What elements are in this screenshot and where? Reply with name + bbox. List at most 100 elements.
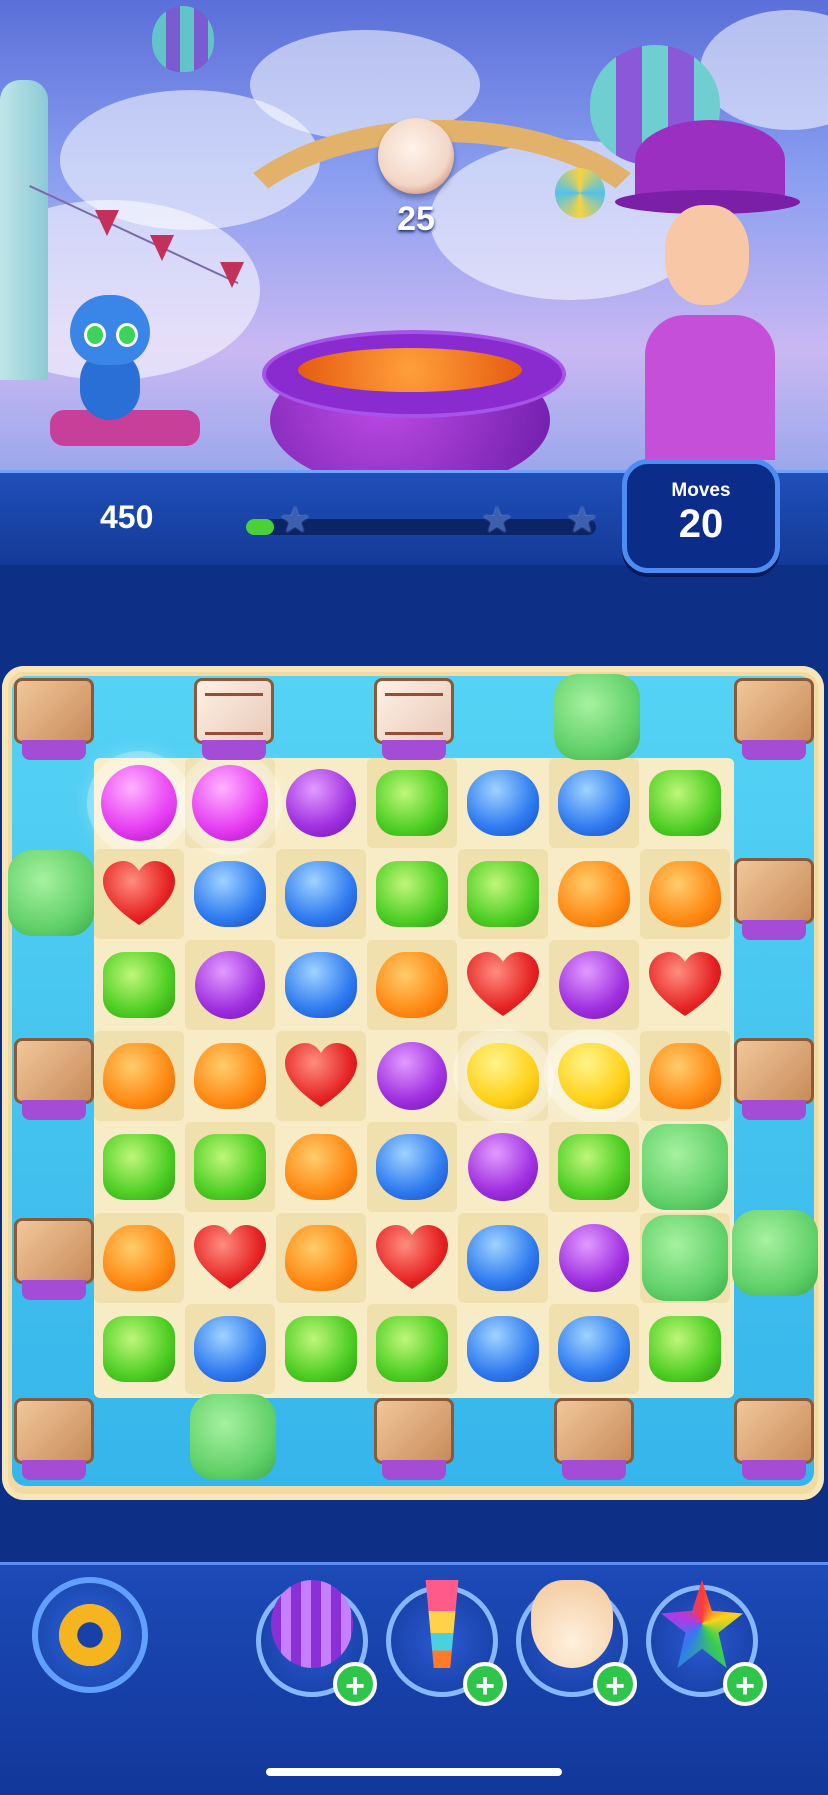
board-cell[interactable] xyxy=(549,940,639,1030)
green-candy[interactable] xyxy=(467,861,539,927)
frosted-crate-blocker[interactable] xyxy=(374,678,454,762)
board-cell[interactable] xyxy=(94,940,184,1030)
board-cell[interactable] xyxy=(94,758,184,848)
wooden-crate-blocker[interactable] xyxy=(14,1398,94,1482)
board-cell[interactable] xyxy=(94,1213,184,1303)
board-cell[interactable] xyxy=(276,1031,366,1121)
purple-candy[interactable] xyxy=(468,1133,538,1201)
blue-candy[interactable] xyxy=(285,952,357,1018)
board-cell[interactable] xyxy=(367,849,457,939)
board-cell[interactable] xyxy=(640,1304,730,1394)
green-candy[interactable] xyxy=(103,1134,175,1200)
board-cell[interactable] xyxy=(367,1122,457,1212)
board-cell[interactable] xyxy=(185,1213,275,1303)
board-cell[interactable] xyxy=(640,849,730,939)
purple-candy[interactable] xyxy=(377,1042,447,1110)
board-cell[interactable] xyxy=(185,1031,275,1121)
board-cell[interactable] xyxy=(185,758,275,848)
board-cell[interactable] xyxy=(94,1122,184,1212)
blue-candy[interactable] xyxy=(194,1316,266,1382)
wooden-crate-blocker[interactable] xyxy=(14,678,94,762)
magenta-bomb-candy[interactable] xyxy=(192,765,268,841)
green-candy[interactable] xyxy=(376,861,448,927)
orange-candy[interactable] xyxy=(558,861,630,927)
orange-candy[interactable] xyxy=(285,1225,357,1291)
orange-candy[interactable] xyxy=(285,1134,357,1200)
blue-candy[interactable] xyxy=(467,1316,539,1382)
board-cell[interactable] xyxy=(185,1304,275,1394)
board-cell[interactable] xyxy=(367,1304,457,1394)
orange-candy[interactable] xyxy=(103,1225,175,1291)
green-jelly-blocker[interactable] xyxy=(554,674,640,760)
purple-candy[interactable] xyxy=(286,769,356,837)
add-booster-button[interactable]: + xyxy=(723,1662,767,1706)
green-candy[interactable] xyxy=(558,1134,630,1200)
green-candy[interactable] xyxy=(376,1316,448,1382)
board-cell[interactable] xyxy=(94,1031,184,1121)
board-cell[interactable] xyxy=(367,1031,457,1121)
yellow-bomb-candy[interactable] xyxy=(558,1043,630,1109)
orange-candy[interactable] xyxy=(649,1043,721,1109)
add-booster-button[interactable]: + xyxy=(463,1662,507,1706)
board-cell[interactable] xyxy=(549,1304,639,1394)
board-cell[interactable] xyxy=(276,940,366,1030)
board-cell[interactable] xyxy=(276,1304,366,1394)
board-cell[interactable] xyxy=(185,1122,275,1212)
green-candy[interactable] xyxy=(649,770,721,836)
hand-booster[interactable]: + xyxy=(516,1580,637,1706)
blue-candy[interactable] xyxy=(558,1316,630,1382)
blue-candy[interactable] xyxy=(194,861,266,927)
board-cell[interactable] xyxy=(458,940,548,1030)
wooden-crate-blocker[interactable] xyxy=(554,1398,634,1482)
wooden-crate-blocker[interactable] xyxy=(734,678,814,762)
purple-candy[interactable] xyxy=(195,951,265,1019)
board-cell[interactable] xyxy=(640,1122,730,1212)
wooden-crate-blocker[interactable] xyxy=(734,1038,814,1122)
blue-candy[interactable] xyxy=(467,1225,539,1291)
blue-candy[interactable] xyxy=(376,1134,448,1200)
board-cell[interactable] xyxy=(458,758,548,848)
board-cell[interactable] xyxy=(276,1122,366,1212)
purple-candy[interactable] xyxy=(559,1224,629,1292)
red-candy[interactable] xyxy=(194,1225,266,1291)
green-candy[interactable] xyxy=(194,1134,266,1200)
red-candy[interactable] xyxy=(649,952,721,1018)
orange-candy[interactable] xyxy=(649,861,721,927)
board-cell[interactable] xyxy=(458,1031,548,1121)
board-cell[interactable] xyxy=(276,1213,366,1303)
green-candy[interactable] xyxy=(649,1316,721,1382)
yellow-bomb-candy[interactable] xyxy=(467,1043,539,1109)
striped-candy-booster[interactable]: + xyxy=(256,1580,377,1706)
green-candy[interactable] xyxy=(103,1316,175,1382)
board-cell[interactable] xyxy=(185,940,275,1030)
green-jelly-blocker[interactable] xyxy=(642,1215,728,1301)
board-cell[interactable] xyxy=(640,1213,730,1303)
board-cell[interactable] xyxy=(549,1213,639,1303)
board-cell[interactable] xyxy=(367,940,457,1030)
blue-candy[interactable] xyxy=(467,770,539,836)
board-cell[interactable] xyxy=(367,1213,457,1303)
board-cell[interactable] xyxy=(276,849,366,939)
board-cell[interactable] xyxy=(458,1122,548,1212)
board-cell[interactable] xyxy=(458,1304,548,1394)
orange-candy[interactable] xyxy=(376,952,448,1018)
green-jelly-blocker[interactable] xyxy=(732,1210,818,1296)
red-candy[interactable] xyxy=(467,952,539,1018)
frosted-crate-blocker[interactable] xyxy=(194,678,274,762)
board-cell[interactable] xyxy=(458,1213,548,1303)
green-candy[interactable] xyxy=(376,770,448,836)
blue-candy[interactable] xyxy=(285,861,357,927)
green-candy[interactable] xyxy=(103,952,175,1018)
board-cell[interactable] xyxy=(549,1031,639,1121)
green-jelly-blocker[interactable] xyxy=(642,1124,728,1210)
settings-button[interactable] xyxy=(32,1577,148,1693)
red-candy[interactable] xyxy=(103,861,175,927)
color-bomb-booster[interactable]: + xyxy=(646,1580,767,1706)
board-cell[interactable] xyxy=(94,1304,184,1394)
purple-candy[interactable] xyxy=(559,951,629,1019)
magenta-bomb-candy[interactable] xyxy=(101,765,177,841)
board-cell[interactable] xyxy=(549,849,639,939)
board-cell[interactable] xyxy=(94,849,184,939)
orange-candy[interactable] xyxy=(103,1043,175,1109)
add-booster-button[interactable]: + xyxy=(593,1662,637,1706)
